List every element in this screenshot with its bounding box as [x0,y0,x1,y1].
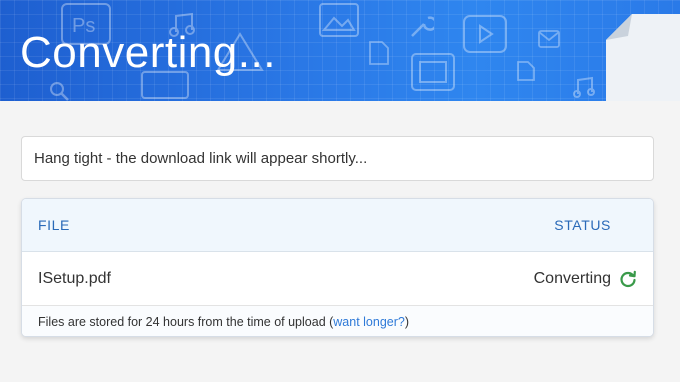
footer-text: Files are stored for 24 hours from the t… [38,314,334,329]
column-header-status: STATUS [554,217,611,233]
storage-footer: Files are stored for 24 hours from the t… [22,306,653,336]
file-name: ISetup.pdf [38,269,111,287]
status-text: Converting [533,269,611,287]
video-icon [463,15,507,53]
table-row: ISetup.pdf Converting [22,252,653,306]
download-notice: Hang tight - the download link will appe… [21,136,654,181]
image-icon [319,3,359,37]
refresh-icon [620,270,636,287]
mail-icon [538,30,560,48]
search-icon [50,82,69,101]
music-note-icon [573,76,595,98]
footer-close: ) [404,314,410,329]
page-title: Converting... [20,28,276,77]
document-icon [369,41,389,65]
page-curl-graphic [606,14,680,101]
notice-text: Hang tight - the download link will appe… [34,150,368,167]
column-header-file: FILE [38,217,70,233]
wrench-icon [411,16,434,37]
film-icon [411,53,455,91]
file-status-panel: FILE STATUS ISetup.pdf Converting Files … [21,198,654,337]
status-cell: Converting [534,270,637,288]
panel-header: FILE STATUS [22,199,653,252]
header-banner: Ps Converting... [0,0,680,101]
want-longer-link[interactable]: want longer? [333,315,405,329]
document-icon [517,61,535,81]
